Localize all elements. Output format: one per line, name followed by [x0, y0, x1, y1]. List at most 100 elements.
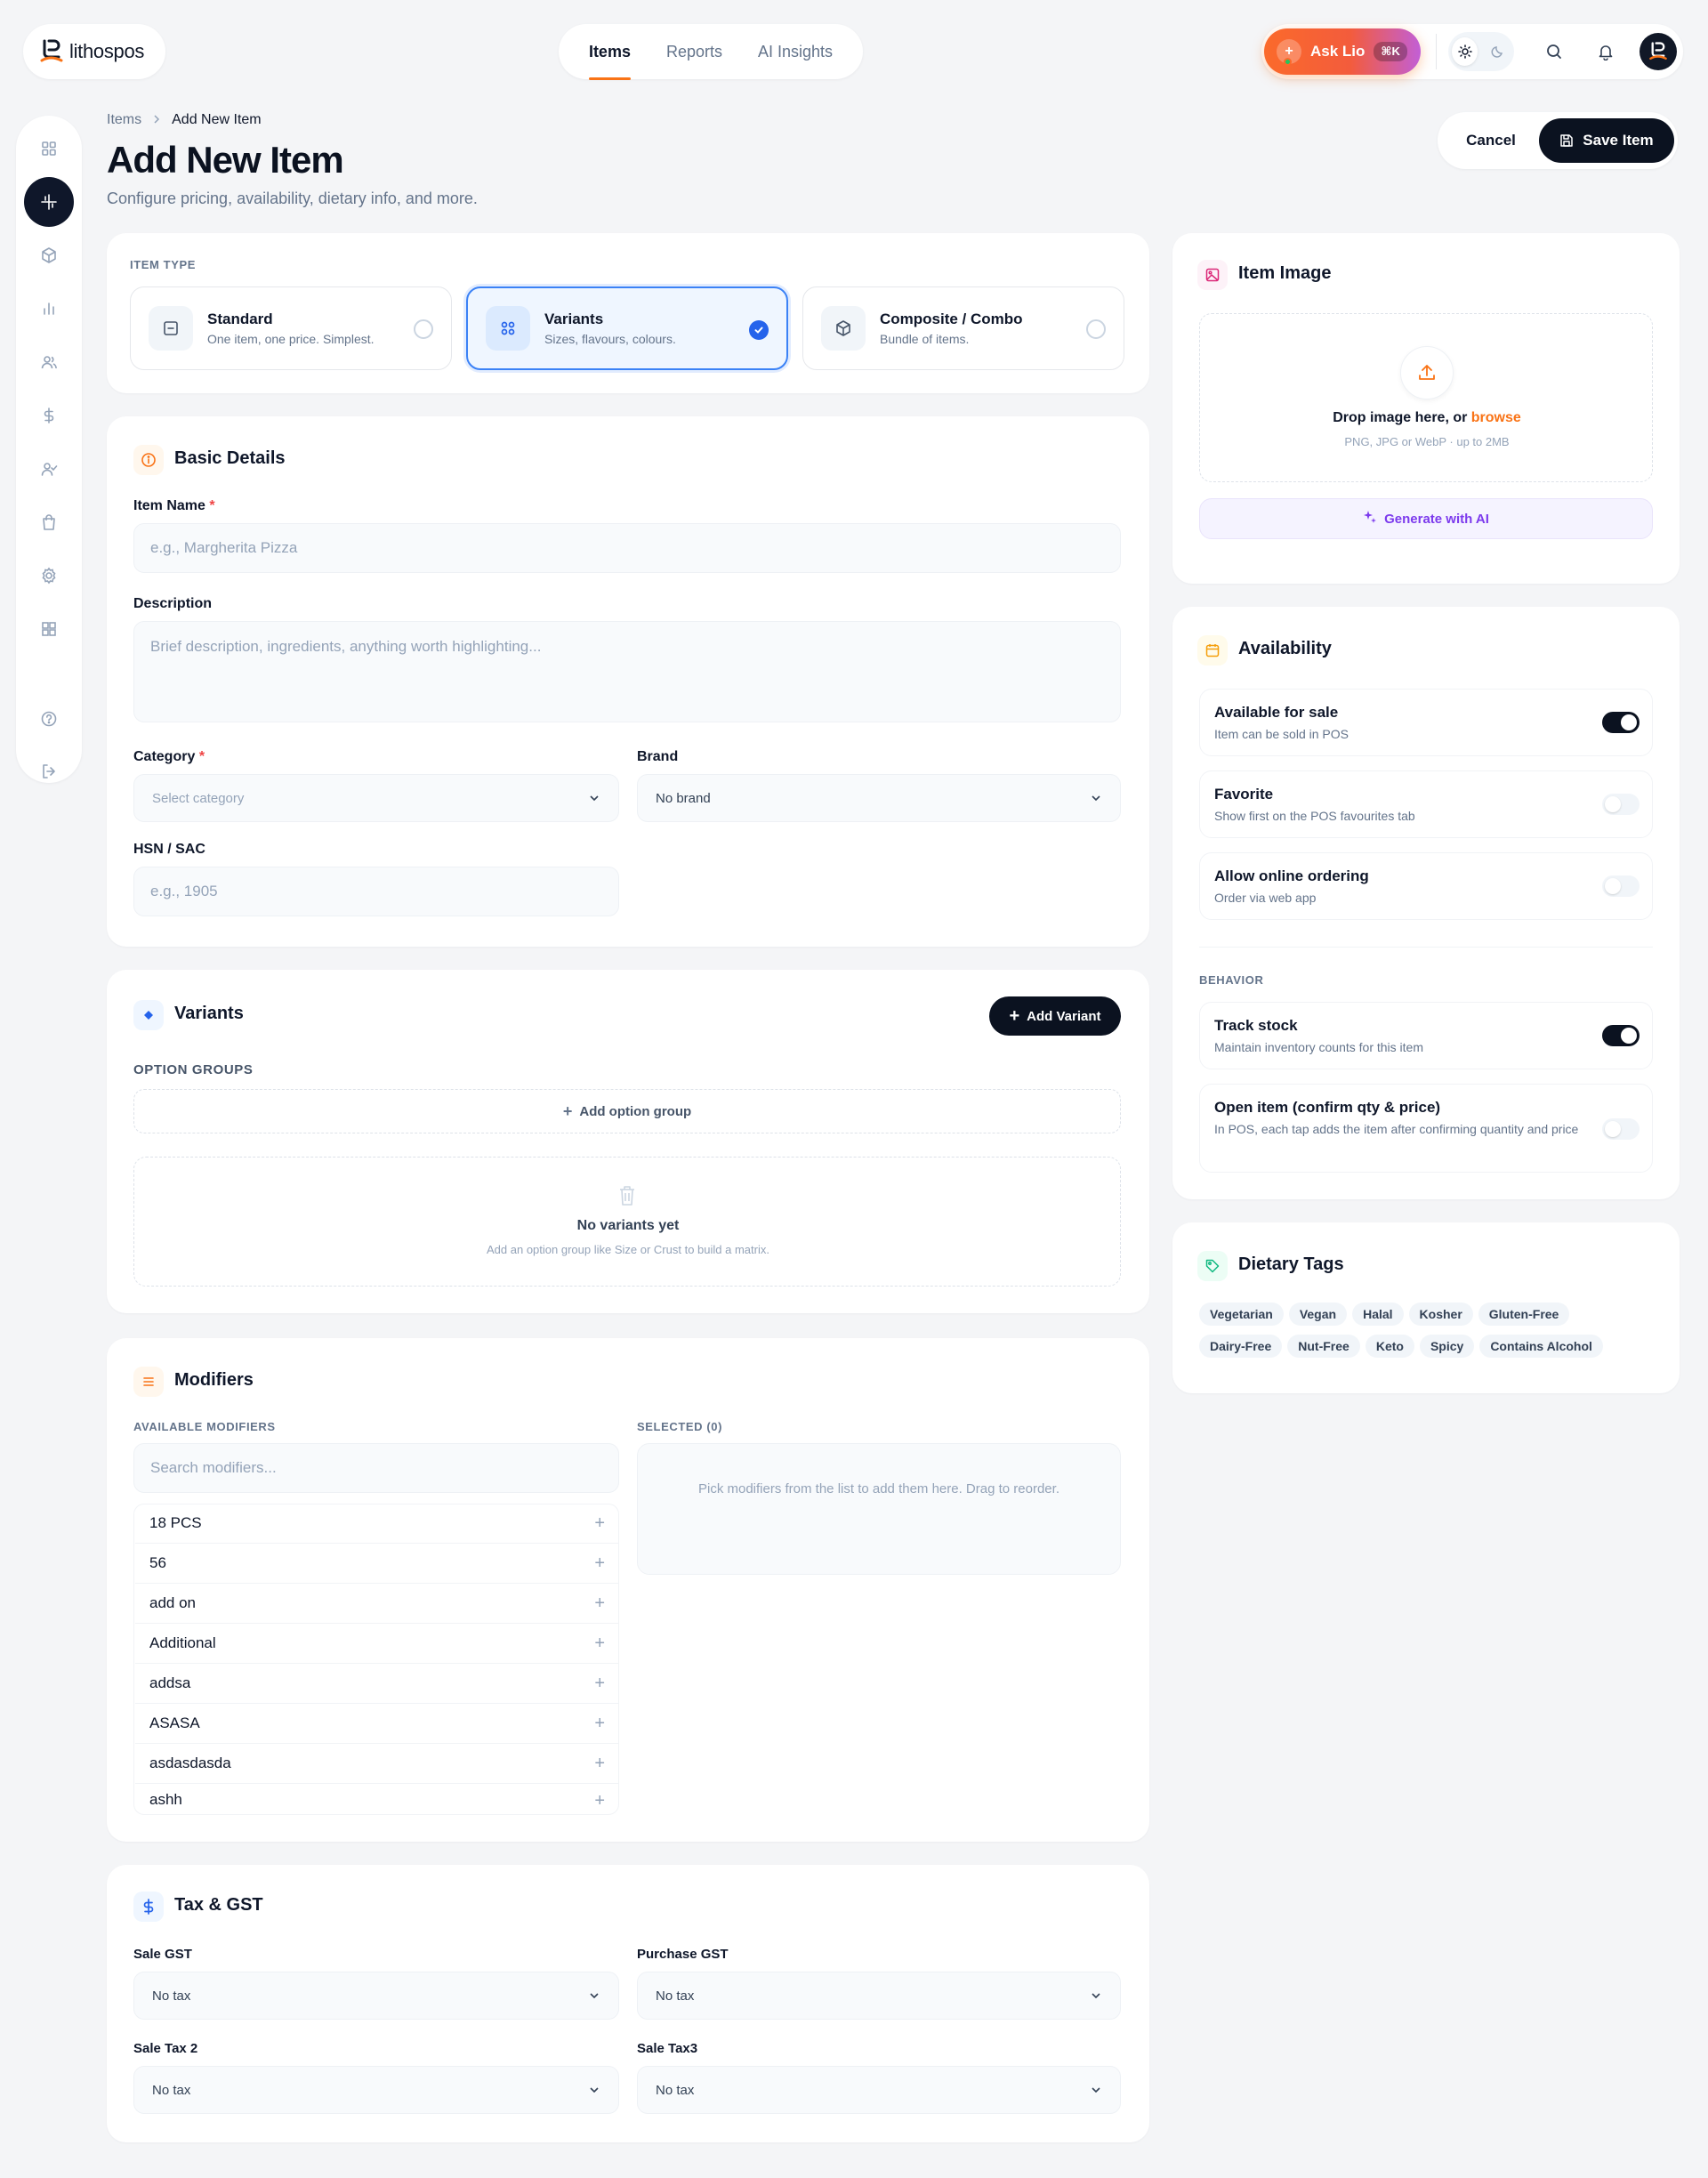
item-type-composite[interactable]: Composite / Combo Bundle of items.	[802, 286, 1124, 370]
logout-icon[interactable]	[24, 746, 74, 796]
tag-chip[interactable]: Spicy	[1419, 1335, 1475, 1358]
plus-icon[interactable]: +	[594, 1674, 605, 1694]
track-stock-toggle[interactable]	[1602, 1025, 1640, 1046]
brand-select[interactable]: No brand	[637, 774, 1121, 822]
plus-icon[interactable]: +	[594, 1791, 605, 1811]
plus-icon[interactable]: +	[594, 1754, 605, 1774]
modifier-name: asdasdasda	[149, 1754, 231, 1771]
radio-composite[interactable]	[1086, 319, 1106, 339]
sale-gst-label: Sale GST	[133, 1947, 192, 1962]
list-item[interactable]: 56 +	[135, 1544, 619, 1584]
tag-chip[interactable]: Halal	[1352, 1303, 1404, 1326]
sun-icon[interactable]	[1452, 37, 1478, 66]
shopping-bag-icon[interactable]	[24, 497, 74, 547]
breadcrumb: Items Add New Item	[107, 112, 262, 128]
nav-tab-reports[interactable]: Reports	[666, 43, 722, 61]
category-select[interactable]: Select category	[133, 774, 619, 822]
add-variant-button[interactable]: + Add Variant	[989, 996, 1121, 1036]
avatar[interactable]	[1640, 33, 1677, 70]
sidebar	[16, 116, 82, 783]
list-item[interactable]: ASASA +	[135, 1704, 619, 1744]
ask-lio-label: Ask Lio	[1310, 43, 1366, 60]
tag-chip[interactable]: Keto	[1365, 1335, 1414, 1358]
settings-icon[interactable]	[24, 551, 74, 601]
row-desc: Order via web app	[1214, 891, 1317, 905]
search-modifiers-input[interactable]: Search modifiers...	[133, 1443, 619, 1493]
hsn-input[interactable]: e.g., 1905	[133, 867, 619, 916]
sale-tax3-label: Sale Tax3	[637, 2041, 698, 2056]
purchase-gst-select[interactable]: No tax	[637, 1972, 1121, 2020]
search-icon[interactable]	[1536, 34, 1572, 69]
items-icon[interactable]	[24, 177, 74, 227]
tag-chip[interactable]: Dairy-Free	[1199, 1335, 1283, 1358]
ask-lio-button[interactable]: + Ask Lio ⌘K	[1264, 28, 1421, 75]
browse-link[interactable]: browse	[1471, 410, 1521, 425]
cancel-button[interactable]: Cancel	[1446, 118, 1535, 163]
tag-chip[interactable]: Vegetarian	[1199, 1303, 1284, 1326]
hsn-label: HSN / SAC	[133, 842, 205, 857]
sale-tax2-select[interactable]: No tax	[133, 2066, 619, 2114]
tag-chip[interactable]: Kosher	[1408, 1303, 1473, 1326]
list-item[interactable]: add on +	[135, 1584, 619, 1624]
nav-tab-items[interactable]: Items	[588, 43, 631, 80]
plus-icon[interactable]: +	[594, 1593, 605, 1614]
row-title: Track stock	[1214, 1017, 1298, 1034]
list-item[interactable]: Additional +	[135, 1624, 619, 1664]
dollar-icon[interactable]	[24, 391, 74, 440]
open-item-toggle[interactable]	[1602, 1118, 1640, 1140]
favorite-row[interactable]: Favorite Show first on the POS favourite…	[1199, 770, 1653, 838]
available-for-sale-row[interactable]: Available for sale Item can be sold in P…	[1199, 689, 1653, 756]
favorite-toggle[interactable]	[1602, 794, 1640, 815]
bell-icon[interactable]	[1588, 34, 1623, 69]
list-item[interactable]: ashh +	[135, 1784, 619, 1811]
users-icon[interactable]	[24, 337, 74, 387]
modifier-name: addsa	[149, 1674, 191, 1691]
tag-chip[interactable]: Gluten-Free	[1478, 1303, 1570, 1326]
item-type-variants[interactable]: Variants Sizes, flavours, colours.	[466, 286, 788, 370]
brand-logo[interactable]: lithospos	[23, 24, 165, 79]
online-ordering-row[interactable]: Allow online ordering Order via web app	[1199, 852, 1653, 920]
list-item[interactable]: addsa +	[135, 1664, 619, 1704]
sale-tax3-select[interactable]: No tax	[637, 2066, 1121, 2114]
nav-tab-ai-insights[interactable]: AI Insights	[758, 43, 833, 61]
list-item[interactable]: asdasdasda +	[135, 1744, 619, 1784]
check-circle-icon[interactable]	[749, 320, 769, 340]
selected-modifiers-dropzone[interactable]: Pick modifiers from the list to add them…	[637, 1443, 1121, 1575]
add-option-group-label: Add option group	[579, 1103, 692, 1119]
list-item[interactable]: 18 PCS +	[135, 1504, 619, 1544]
save-item-button[interactable]: Save Item	[1539, 118, 1674, 163]
item-type-standard[interactable]: Standard One item, one price. Simplest.	[130, 286, 452, 370]
image-dropzone[interactable]: Drop image here, or browse PNG, JPG or W…	[1199, 313, 1653, 482]
empty-title: No variants yet	[576, 1218, 680, 1233]
description-label: Description	[133, 596, 213, 611]
plus-icon[interactable]: +	[594, 1714, 605, 1734]
plus-icon[interactable]: +	[594, 1553, 605, 1574]
open-item-row[interactable]: Open item (confirm qty & price) In POS, …	[1199, 1084, 1653, 1173]
help-icon[interactable]	[24, 694, 74, 744]
sale-gst-select[interactable]: No tax	[133, 1972, 619, 2020]
tag-chip[interactable]: Contains Alcohol	[1479, 1335, 1603, 1358]
online-ordering-toggle[interactable]	[1602, 875, 1640, 897]
tag-chip[interactable]: Vegan	[1288, 1303, 1348, 1326]
chart-icon[interactable]	[24, 284, 74, 334]
dashboard-icon[interactable]	[24, 124, 74, 173]
user-check-icon[interactable]	[24, 444, 74, 494]
row-title: Open item (confirm qty & price)	[1214, 1099, 1441, 1116]
track-stock-row[interactable]: Track stock Maintain inventory counts fo…	[1199, 1002, 1653, 1069]
add-option-group-button[interactable]: + Add option group	[133, 1089, 1121, 1133]
generate-with-ai-button[interactable]: Generate with AI	[1199, 498, 1653, 539]
available-for-sale-toggle[interactable]	[1602, 712, 1640, 733]
radio-standard[interactable]	[414, 319, 433, 339]
plus-icon[interactable]: +	[594, 1634, 605, 1654]
apps-icon[interactable]	[24, 604, 74, 654]
theme-toggle[interactable]	[1448, 32, 1514, 71]
moon-icon[interactable]	[1485, 37, 1511, 66]
sale-tax2-label: Sale Tax 2	[133, 2041, 198, 2056]
category-label: Category *	[133, 749, 205, 764]
breadcrumb-items-link[interactable]: Items	[107, 112, 141, 128]
description-textarea[interactable]: Brief description, ingredients, anything…	[133, 621, 1121, 722]
tag-chip[interactable]: Nut-Free	[1287, 1335, 1360, 1358]
plus-icon[interactable]: +	[594, 1513, 605, 1534]
box-icon[interactable]	[24, 230, 74, 280]
item-name-input[interactable]: e.g., Margherita Pizza	[133, 523, 1121, 573]
